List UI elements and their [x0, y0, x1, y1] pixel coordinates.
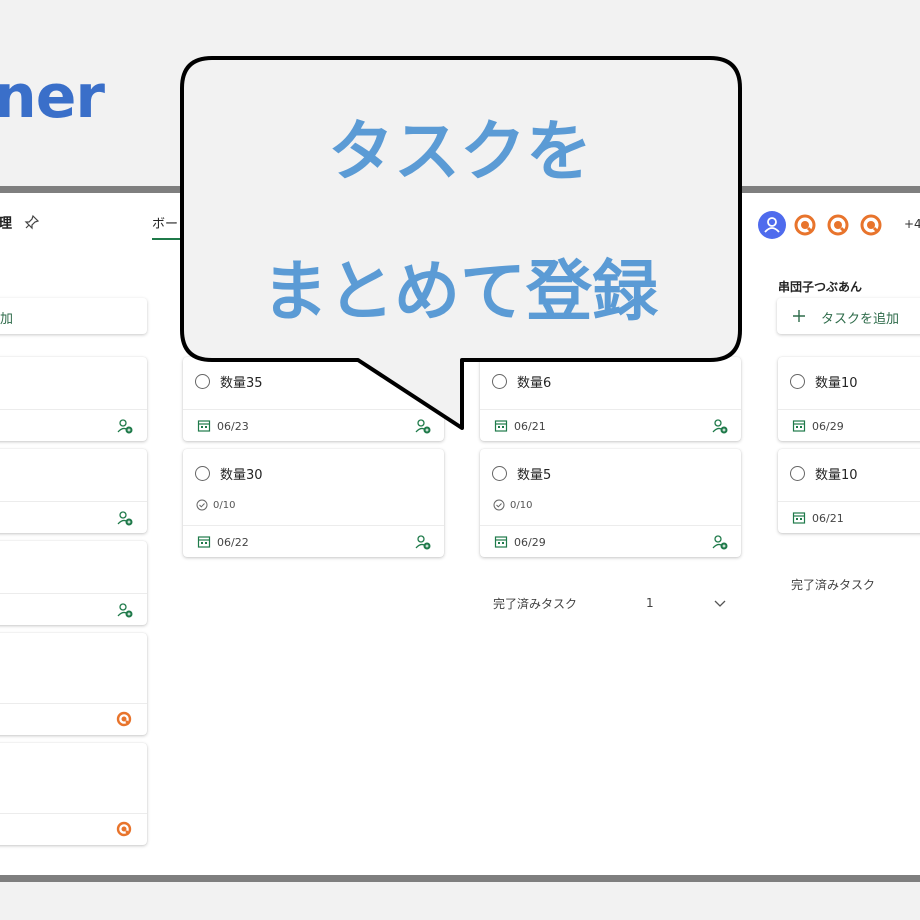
- task-name: 数量30: [220, 468, 263, 483]
- complete-checkbox[interactable]: [790, 374, 805, 389]
- task-name: 数量5: [517, 468, 552, 483]
- complete-checkbox[interactable]: [492, 466, 507, 481]
- calendar-icon: [792, 420, 806, 432]
- due-date: 06/29: [812, 419, 844, 433]
- due-date: 06/29: [514, 535, 546, 549]
- assign-icon[interactable]: [116, 601, 134, 619]
- task-card[interactable]: [0, 633, 147, 735]
- add-task-label: タスクを追加: [821, 312, 900, 327]
- task-card[interactable]: 数量6 06/21: [480, 357, 741, 441]
- plus-icon: [793, 310, 805, 322]
- assignee-avatar-icon[interactable]: [116, 821, 132, 837]
- task-card[interactable]: 数量10 06/29: [778, 357, 920, 441]
- add-task-button[interactable]: タスクを追加: [777, 298, 920, 334]
- completed-tasks-toggle[interactable]: 完了済みタスク: [791, 576, 875, 593]
- calendar-icon: [494, 420, 508, 432]
- task-card[interactable]: 数量35 06/23: [183, 357, 444, 441]
- task-name: 数量6: [517, 376, 552, 391]
- chevron-down-icon[interactable]: [713, 597, 727, 611]
- complete-checkbox[interactable]: [492, 374, 507, 389]
- avatar-member-3[interactable]: [860, 214, 882, 236]
- assign-icon[interactable]: [116, 509, 134, 527]
- complete-checkbox[interactable]: [195, 466, 210, 481]
- calendar-icon: [197, 420, 211, 432]
- due-date: 06/22: [217, 535, 249, 549]
- add-task-button-left[interactable]: 加: [0, 298, 147, 334]
- pin-icon[interactable]: [24, 214, 40, 230]
- calendar-icon: [494, 536, 508, 548]
- bubble-line-1: タスクを: [328, 113, 592, 190]
- task-name: 数量10: [815, 468, 858, 483]
- add-task-label: 加: [0, 312, 14, 327]
- task-card[interactable]: [0, 357, 147, 441]
- assignee-avatar-icon[interactable]: [116, 711, 132, 727]
- task-card[interactable]: [0, 743, 147, 845]
- bucket-name[interactable]: 串団子つぶあん: [778, 278, 862, 295]
- due-date: 06/21: [514, 419, 546, 433]
- complete-checkbox[interactable]: [790, 466, 805, 481]
- due-date: 06/23: [217, 419, 249, 433]
- assign-icon[interactable]: [711, 533, 729, 551]
- plan-title: 理: [0, 213, 12, 233]
- bubble-line-2: まとめて登録: [262, 253, 658, 330]
- assign-icon[interactable]: [414, 533, 432, 551]
- calendar-icon: [197, 536, 211, 548]
- assign-icon[interactable]: [116, 417, 134, 435]
- person-icon: [764, 217, 780, 233]
- app-brand-text: ner: [0, 62, 105, 132]
- assign-icon[interactable]: [711, 417, 729, 435]
- complete-checkbox[interactable]: [195, 374, 210, 389]
- task-name: 数量35: [220, 376, 263, 391]
- more-members-count[interactable]: +4: [904, 217, 920, 231]
- calendar-icon: [792, 512, 806, 524]
- task-card[interactable]: [0, 541, 147, 625]
- checklist-progress: 0/10: [213, 499, 236, 511]
- avatar-member-2[interactable]: [827, 214, 849, 236]
- checklist-icon: [493, 499, 505, 511]
- tab-board[interactable]: ボード: [152, 213, 182, 240]
- task-card[interactable]: 数量5 0/10 06/29: [480, 449, 741, 557]
- avatar-user[interactable]: [758, 211, 786, 239]
- checklist-icon: [196, 499, 208, 511]
- completed-tasks-toggle[interactable]: 完了済みタスク: [493, 595, 577, 612]
- task-card[interactable]: 数量10 06/21: [778, 449, 920, 533]
- task-card[interactable]: 数量30 0/10 06/22: [183, 449, 444, 557]
- avatar-member-1[interactable]: [794, 214, 816, 236]
- due-date: 06/21: [812, 511, 844, 525]
- checklist-progress: 0/10: [510, 499, 533, 511]
- task-name: 数量10: [815, 376, 858, 391]
- assign-icon[interactable]: [414, 417, 432, 435]
- task-card[interactable]: [0, 449, 147, 533]
- completed-tasks-count: 1: [646, 596, 654, 610]
